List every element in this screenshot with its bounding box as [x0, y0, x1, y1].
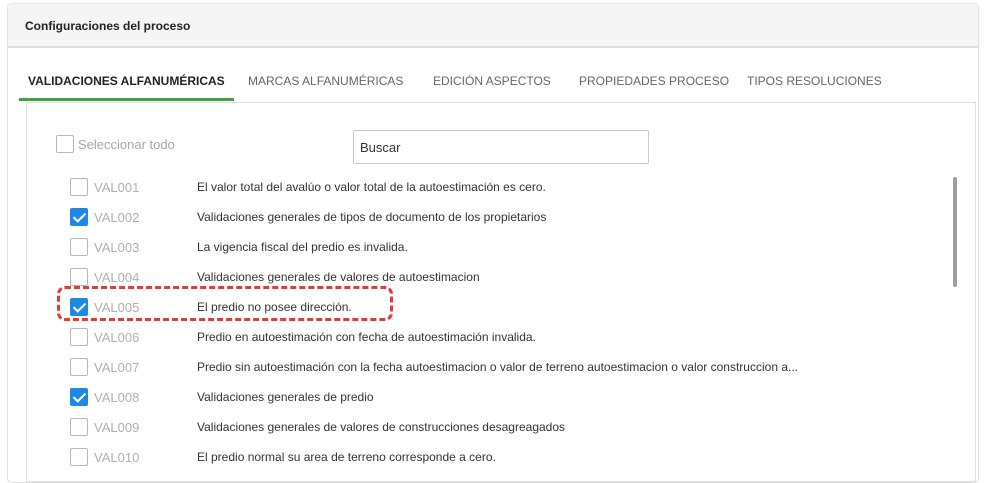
row-checkbox[interactable] — [70, 238, 88, 256]
row-checkbox[interactable] — [70, 208, 88, 226]
row-checkbox[interactable] — [70, 448, 88, 466]
row-code: VAL002 — [94, 209, 140, 225]
card-header: Configuraciones del proceso — [8, 4, 978, 48]
row-code: VAL009 — [94, 419, 140, 435]
row-code: VAL007 — [94, 359, 140, 375]
card-title: Configuraciones del proceso — [25, 19, 191, 33]
validation-row[interactable]: VAL009 Validaciones generales de valores … — [70, 417, 930, 437]
row-code: VAL006 — [94, 329, 140, 345]
row-description: El predio normal su area de terreno corr… — [197, 450, 496, 464]
row-code: VAL003 — [94, 239, 140, 255]
row-checkbox[interactable] — [70, 178, 88, 196]
validation-row[interactable]: VAL006 Predio en autoestimación con fecha… — [70, 327, 930, 347]
tab-validaciones-alfanumericas[interactable]: VALIDACIONES ALFANUMÉRICAS — [19, 61, 234, 101]
validation-row[interactable]: VAL001 El valor total del avalúo o valor … — [70, 177, 930, 197]
row-checkbox[interactable] — [70, 358, 88, 376]
row-description: El valor total del avalúo o valor total … — [197, 180, 546, 194]
row-code: VAL004 — [94, 269, 140, 285]
tab-bar: VALIDACIONES ALFANUMÉRICAS MARCAS ALFANU… — [19, 61, 969, 101]
tab-tipos-resoluciones[interactable]: TIPOS RESOLUCIONES — [747, 61, 882, 101]
validation-row[interactable]: VAL007 Predio sin autoestimación con la f… — [70, 357, 930, 377]
row-description: Predio en autoestimación con fecha de au… — [197, 330, 536, 344]
tab-propiedades-proceso[interactable]: PROPIEDADES PROCESO — [579, 61, 729, 101]
validation-row[interactable]: VAL010 El predio normal su area de terren… — [70, 447, 930, 467]
process-settings-card: Configuraciones del proceso VALIDACIONES… — [7, 3, 979, 483]
row-code: VAL001 — [94, 179, 140, 195]
tab-marcas-alfanumericas[interactable]: MARCAS ALFANUMÉRICAS — [248, 61, 403, 101]
validation-row[interactable]: VAL003 La vigencia fiscal del predio es i… — [70, 237, 930, 257]
validation-row[interactable]: VAL002 Validaciones generales de tipos de… — [70, 207, 930, 227]
row-checkbox[interactable] — [70, 328, 88, 346]
scrollbar[interactable] — [953, 177, 957, 287]
validation-row[interactable]: VAL008 Validaciones generales de predio — [70, 387, 930, 407]
row-description: Validaciones generales de valores de con… — [197, 420, 566, 434]
row-description: La vigencia fiscal del predio es invalid… — [197, 240, 408, 254]
row-description: Validaciones generales de predio — [197, 390, 374, 404]
row-description: Validaciones generales de tipos de docum… — [197, 210, 547, 224]
row-checkbox[interactable] — [70, 388, 88, 406]
row-description: Validaciones generales de valores de aut… — [197, 270, 480, 284]
validations-panel: Seleccionar todo VAL001El valor total de… — [26, 102, 976, 482]
highlight-annotation — [57, 286, 393, 321]
row-checkbox[interactable] — [70, 268, 88, 286]
validation-row[interactable]: VAL004 Validaciones generales de valores … — [70, 267, 930, 287]
tab-edicion-aspectos[interactable]: EDICIÓN ASPECTOS — [433, 61, 551, 101]
row-code: VAL010 — [94, 449, 140, 465]
row-description: Predio sin autoestimación con la fecha a… — [197, 360, 798, 374]
row-code: VAL008 — [94, 389, 140, 405]
row-checkbox[interactable] — [70, 418, 88, 436]
